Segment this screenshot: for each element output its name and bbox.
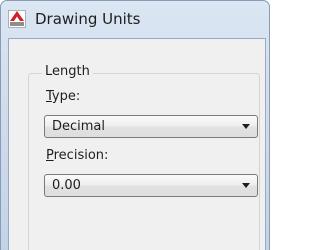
drawing-units-dialog: Drawing Units Length Type: Decimal Preci…: [0, 0, 274, 250]
type-dropdown-value: Decimal: [52, 119, 106, 134]
window-title: Drawing Units: [35, 10, 141, 28]
precision-label-text: recision:: [53, 148, 109, 163]
precision-label: Precision:: [46, 148, 108, 163]
type-label-text: ype:: [51, 89, 81, 104]
length-group-label: Length: [42, 64, 93, 79]
autocad-icon[interactable]: [8, 10, 26, 28]
type-dropdown[interactable]: Decimal: [44, 115, 258, 138]
precision-label-mnemonic: P: [46, 148, 54, 163]
precision-dropdown[interactable]: 0.00: [44, 174, 258, 197]
precision-dropdown-value: 0.00: [52, 178, 81, 193]
type-label: Type:: [46, 89, 80, 104]
chevron-down-icon[interactable]: [242, 183, 250, 188]
title-bar[interactable]: Drawing Units: [1, 1, 269, 39]
chevron-down-icon[interactable]: [242, 124, 250, 129]
